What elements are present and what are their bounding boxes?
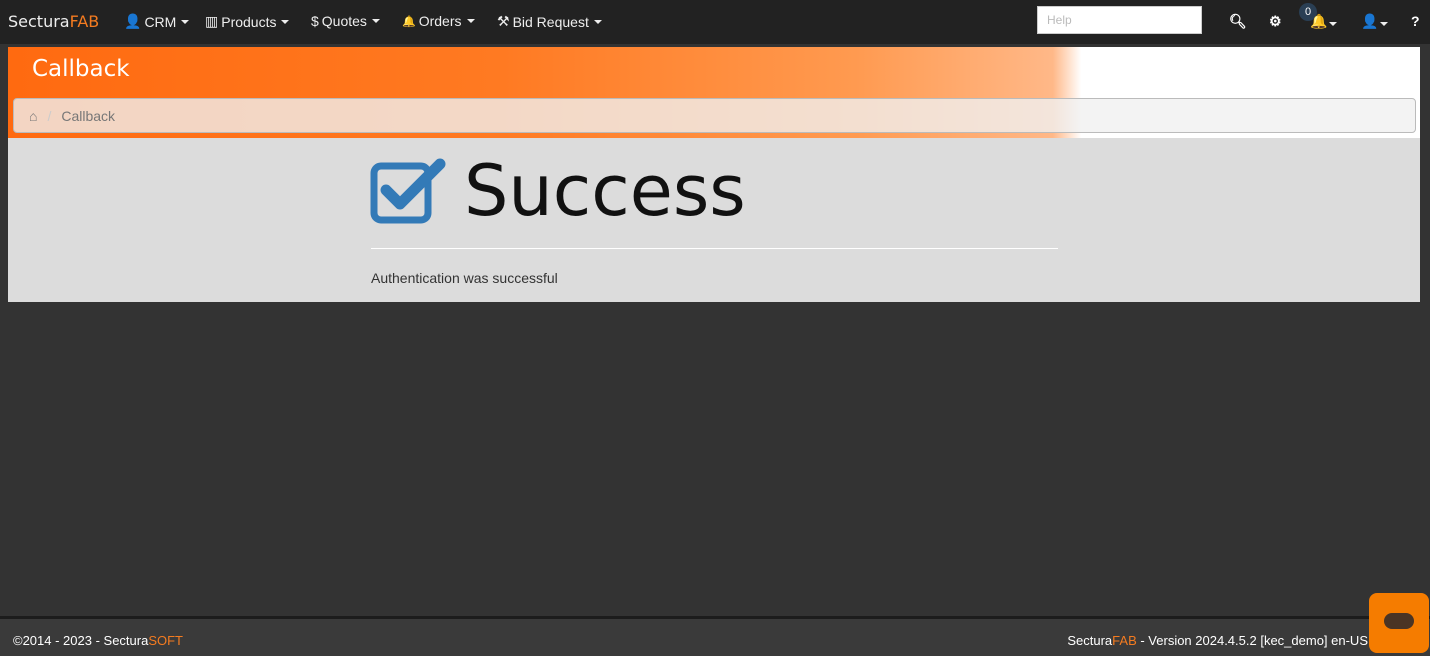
user-menu-icon[interactable]: 👤: [1361, 13, 1389, 30]
top-navbar: SecturaFAB 👤 CRM ▥ Products $ Quotes 🔔 Order…: [0, 0, 1430, 44]
breadcrumb: ⌂ / Callback: [13, 98, 1416, 133]
notifications-bell-icon[interactable]: 🔔: [1310, 13, 1338, 30]
menu-label: Bid Request: [512, 13, 589, 30]
search-icon[interactable]: 🔍︎: [1229, 13, 1247, 30]
menu-label: Orders: [418, 13, 462, 29]
caret-icon: [281, 19, 290, 24]
gavel-icon: ⚒: [497, 13, 510, 29]
success-heading: Success: [370, 150, 746, 232]
menu-products[interactable]: ▥ Products: [205, 13, 290, 30]
footer-brand-accent: FAB: [1112, 633, 1137, 648]
user-icon: 👤: [124, 13, 142, 29]
menu-label: Quotes: [321, 13, 367, 29]
breadcrumb-separator: /: [47, 108, 52, 124]
breadcrumb-item: Callback: [61, 108, 116, 124]
barcode-icon: ▥: [205, 13, 219, 29]
copyright-brand: SOFT: [148, 633, 183, 648]
chat-bubble-icon: [1384, 613, 1414, 629]
caret-icon: [466, 19, 475, 23]
dollar-icon: $: [311, 13, 319, 29]
bell-icon: 🔔: [402, 15, 416, 28]
footer-brand: Sectura: [1067, 633, 1113, 648]
menu-label: Products: [221, 13, 277, 30]
main-content: Success Authentication was successful: [8, 138, 1420, 302]
home-icon[interactable]: ⌂: [29, 108, 37, 124]
version-text: - Version 2024.4.5.2 [kec_demo] en-US: [1136, 633, 1368, 648]
brand-accent: FAB: [69, 12, 100, 31]
copyright-text: ©2014 - 2023 - Sectura: [13, 633, 149, 648]
check-square-icon: [370, 158, 446, 224]
page-title: Callback: [32, 56, 130, 82]
menu-quotes[interactable]: $ Quotes: [311, 13, 380, 29]
brand-logo[interactable]: SecturaFAB: [8, 12, 99, 31]
version-info: SecturaFAB - Version 2024.4.5.2 [kec_dem…: [1067, 633, 1368, 648]
success-text: Success: [464, 150, 746, 232]
brand-text: Sectura: [8, 12, 70, 31]
status-message: Authentication was successful: [371, 270, 558, 286]
menu-crm[interactable]: 👤 CRM: [124, 13, 190, 30]
menu-label: CRM: [144, 13, 177, 30]
help-question-icon[interactable]: ?: [1411, 13, 1420, 29]
footer: ©2014 - 2023 - SecturaSOFT SecturaFAB - …: [0, 616, 1430, 656]
gear-icon[interactable]: ⚙: [1269, 13, 1282, 30]
caret-icon: [371, 19, 380, 23]
chat-widget-button[interactable]: [1369, 593, 1429, 653]
copyright: ©2014 - 2023 - SecturaSOFT: [13, 633, 183, 648]
help-search-input[interactable]: [1037, 6, 1202, 34]
menu-bid-request[interactable]: ⚒ Bid Request: [497, 13, 602, 30]
caret-icon: [181, 19, 190, 24]
caret-icon: [593, 19, 602, 24]
menu-orders[interactable]: 🔔 Orders: [402, 13, 475, 29]
page-header: Callback ⌂ / Callback: [8, 47, 1420, 138]
divider: [371, 248, 1058, 249]
